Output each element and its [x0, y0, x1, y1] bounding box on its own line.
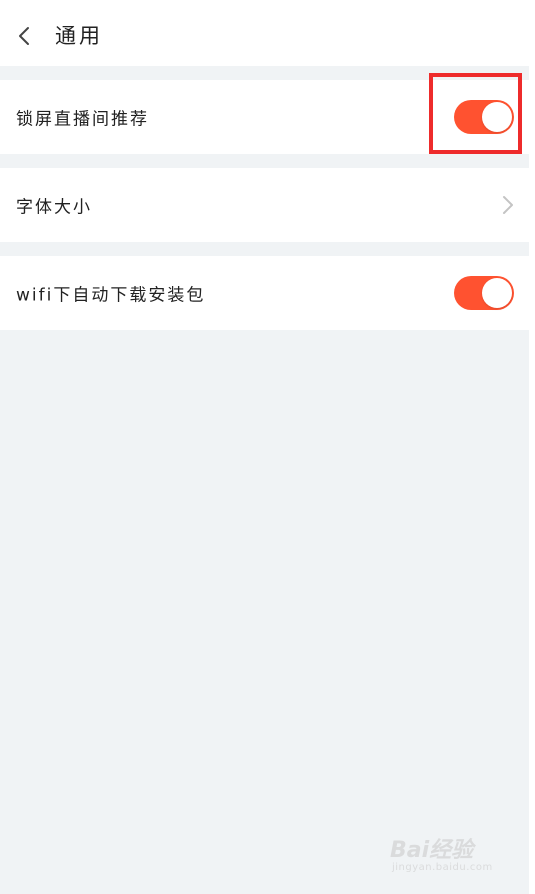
setting-label: 字体大小	[16, 197, 92, 218]
page-title: 通用	[55, 24, 103, 48]
right-edge-strip	[529, 0, 535, 894]
nav-header: 通用	[0, 0, 529, 66]
setting-row-wifi-autodownload[interactable]: wifi下自动下载安装包	[0, 256, 529, 330]
watermark-logo: Bai经验 jingyan.baidu.com	[390, 832, 505, 884]
setting-label: wifi下自动下载安装包	[16, 285, 206, 306]
settings-screen: 通用 锁屏直播间推荐 字体大小 wifi下自动下载安装包 Bai经验 jingy…	[0, 0, 535, 894]
watermark-subtext: jingyan.baidu.com	[392, 862, 493, 873]
chevron-right-icon	[503, 196, 513, 214]
setting-label: 锁屏直播间推荐	[16, 109, 149, 130]
back-button[interactable]	[10, 20, 44, 52]
setting-row-lockscreen-recommend[interactable]: 锁屏直播间推荐	[0, 80, 529, 154]
chevron-left-icon	[19, 27, 29, 45]
toggle-knob	[482, 278, 512, 308]
wifi-autodownload-toggle[interactable]	[454, 276, 514, 310]
lockscreen-recommend-toggle[interactable]	[454, 100, 514, 134]
watermark-text: Bai经验	[390, 838, 474, 863]
setting-row-font-size[interactable]: 字体大小	[0, 168, 529, 242]
toggle-knob	[482, 102, 512, 132]
